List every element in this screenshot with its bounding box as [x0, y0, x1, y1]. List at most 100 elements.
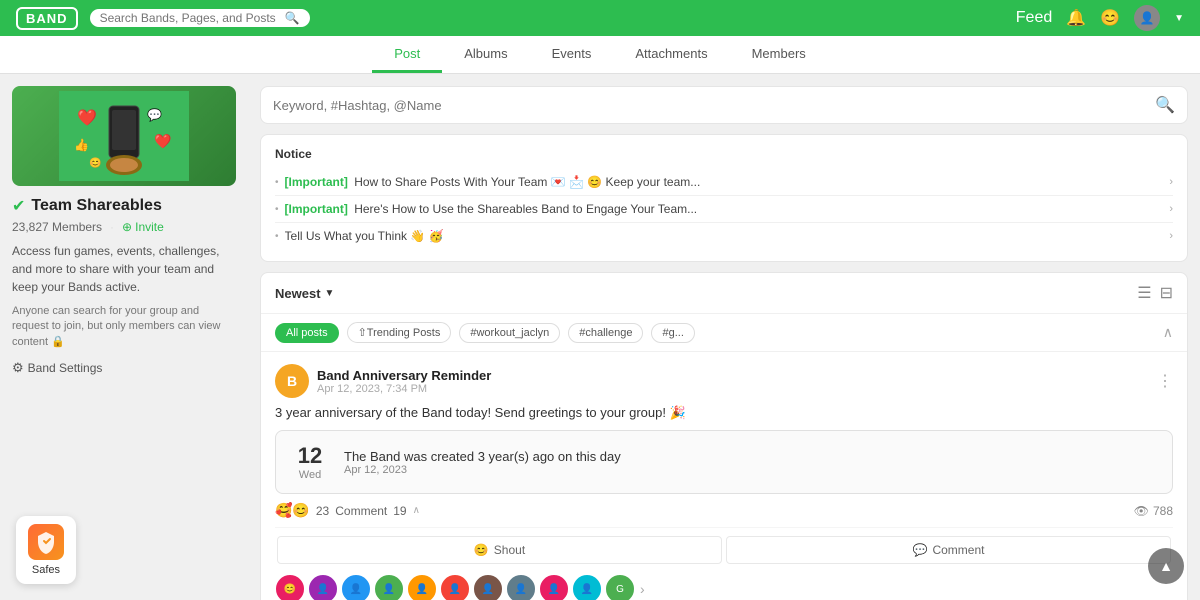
notice-item-1[interactable]: • [Important] How to Share Posts With Yo… [275, 169, 1173, 196]
commenter-avatar-3[interactable]: 👤 [341, 574, 371, 600]
svg-text:❤️: ❤️ [77, 109, 97, 127]
tab-attachments[interactable]: Attachments [613, 36, 729, 73]
post1-header: B Band Anniversary Reminder Apr 12, 2023… [275, 364, 1173, 398]
messages-icon[interactable]: 😊 [1100, 8, 1120, 28]
notice-title: Notice [275, 147, 1173, 161]
band-name: Team Shareables [31, 197, 161, 215]
commenter-avatar-11[interactable]: G [605, 574, 635, 600]
commenter-avatar-10[interactable]: 👤 [572, 574, 602, 600]
sort-chevron-icon: ▼ [325, 288, 335, 299]
svg-text:💬: 💬 [147, 108, 162, 122]
filter-collapse-icon[interactable]: ∧ [1163, 324, 1173, 341]
verified-icon: ✔ [12, 196, 25, 216]
settings-label: Band Settings [28, 361, 103, 375]
tab-albums[interactable]: Albums [442, 36, 529, 73]
filter-challenge[interactable]: #challenge [568, 323, 643, 343]
commenter-avatar-9[interactable]: 👤 [539, 574, 569, 600]
comment-label: Comment [335, 504, 387, 518]
right-content: 🔍 Notice • [Important] How to Share Post… [248, 74, 1200, 600]
notice-item-text-3: Tell Us What you Think 👋 🥳 [285, 229, 1164, 243]
commenter-avatar-6[interactable]: 👤 [440, 574, 470, 600]
band-description: Access fun games, events, challenges, an… [12, 242, 236, 296]
anniversary-subtitle: Apr 12, 2023 [344, 464, 621, 476]
anniversary-info: The Band was created 3 year(s) ago on th… [344, 449, 621, 476]
notice-chevron-3: › [1169, 230, 1173, 242]
reaction-count: 23 [316, 504, 329, 518]
post1-avatar-text: B [287, 373, 297, 389]
avatars-more-icon[interactable]: › [640, 581, 645, 597]
tab-members[interactable]: Members [730, 36, 828, 73]
filter-more[interactable]: #g... [651, 323, 694, 343]
svg-text:❤️: ❤️ [154, 133, 172, 149]
notice-important-2: [Important] [285, 202, 348, 216]
invite-label: Invite [135, 220, 164, 234]
notice-chevron-1: › [1169, 176, 1173, 188]
global-search-bar[interactable]: 🔍 [90, 9, 310, 27]
band-settings[interactable]: ⚙ Band Settings [12, 360, 236, 376]
user-menu-chevron[interactable]: ▼ [1174, 13, 1184, 24]
filter-workout[interactable]: #workout_jaclyn [459, 323, 560, 343]
comment-count: 19 [393, 504, 406, 518]
tab-events[interactable]: Events [530, 36, 614, 73]
safes-logo [28, 524, 64, 560]
notice-bullet-2: • [275, 204, 279, 215]
band-privacy: Anyone can search for your group and req… [12, 304, 236, 350]
band-cover: ❤️ 💬 👍 ❤️ 😊 [12, 86, 236, 186]
post1-author: Band Anniversary Reminder [317, 368, 491, 383]
band-name-row: ✔ Team Shareables [12, 196, 236, 216]
posts-section: Newest ▼ ☰ ⊟ All posts ⇧Trending Posts #… [260, 272, 1188, 600]
commenter-avatar-1[interactable]: 😊 [275, 574, 305, 600]
grid-view-icon[interactable]: ⊟ [1160, 283, 1173, 303]
sort-dropdown[interactable]: Newest ▼ [275, 286, 334, 301]
comment-collapse-icon[interactable]: ∧ [413, 505, 420, 516]
tab-post[interactable]: Post [372, 36, 442, 73]
feed-link[interactable]: Feed [1016, 9, 1052, 27]
content-search-box[interactable]: 🔍 [260, 86, 1188, 124]
scroll-to-top-button[interactable]: ▲ [1148, 548, 1184, 584]
notice-item-2[interactable]: • [Important] Here's How to Use the Shar… [275, 196, 1173, 223]
svg-text:😊: 😊 [89, 157, 101, 169]
post1-menu-icon[interactable]: ⋮ [1157, 371, 1173, 391]
user-avatar[interactable]: 👤 [1134, 5, 1160, 31]
notice-bullet-1: • [275, 177, 279, 188]
content-search-input[interactable] [273, 98, 1147, 113]
post1-meta: Band Anniversary Reminder Apr 12, 2023, … [317, 368, 491, 395]
notice-body-1: How to Share Posts With Your Team 💌 📩 😊 … [354, 175, 700, 189]
posts-view-icons: ☰ ⊟ [1137, 283, 1173, 303]
reaction-left: 🥰😊 23 Comment 19 ∧ [275, 502, 420, 519]
posts-header: Newest ▼ ☰ ⊟ [261, 273, 1187, 314]
comment-icon: 💬 [913, 543, 928, 557]
notice-item-3[interactable]: • Tell Us What you Think 👋 🥳 › [275, 223, 1173, 249]
comment-button[interactable]: 💬 Comment [726, 536, 1171, 564]
post1-actions: 😊 Shout 💬 Comment [275, 536, 1173, 564]
content-search-icon: 🔍 [1155, 95, 1175, 115]
shout-button[interactable]: 😊 Shout [277, 536, 722, 564]
safes-widget[interactable]: Safes [16, 516, 76, 584]
sub-nav: Post Albums Events Attachments Members [0, 36, 1200, 74]
commenter-avatar-4[interactable]: 👤 [374, 574, 404, 600]
anniversary-weekday: Wed [290, 469, 330, 481]
views-count: 788 [1153, 504, 1173, 518]
list-view-icon[interactable]: ☰ [1137, 283, 1151, 303]
notice-body-2: Here's How to Use the Shareables Band to… [354, 202, 697, 216]
filter-all-posts[interactable]: All posts [275, 323, 339, 343]
invite-button[interactable]: ⊕ Invite [122, 220, 164, 234]
avatars-row: 😊 👤 👤 👤 👤 👤 👤 👤 👤 👤 G › [275, 574, 1173, 600]
global-search-input[interactable] [100, 11, 279, 25]
filter-trending[interactable]: ⇧Trending Posts [347, 322, 452, 343]
comment-btn-label: Comment [932, 543, 984, 557]
notifications-icon[interactable]: 🔔 [1066, 8, 1086, 28]
anniversary-card: 12 Wed The Band was created 3 year(s) ag… [275, 430, 1173, 494]
reaction-views: 👁 788 [1134, 504, 1173, 518]
notice-bullet-3: • [275, 231, 279, 242]
anniversary-day: 12 [290, 443, 330, 469]
commenter-avatar-7[interactable]: 👤 [473, 574, 503, 600]
svg-text:👍: 👍 [74, 138, 89, 152]
commenter-avatar-5[interactable]: 👤 [407, 574, 437, 600]
post1-body: 3 year anniversary of the Band today! Se… [275, 404, 1173, 422]
commenter-avatar-2[interactable]: 👤 [308, 574, 338, 600]
band-logo[interactable]: BAND [16, 7, 78, 30]
post1-avatar: B [275, 364, 309, 398]
shout-icon: 😊 [474, 543, 489, 557]
commenter-avatar-8[interactable]: 👤 [506, 574, 536, 600]
